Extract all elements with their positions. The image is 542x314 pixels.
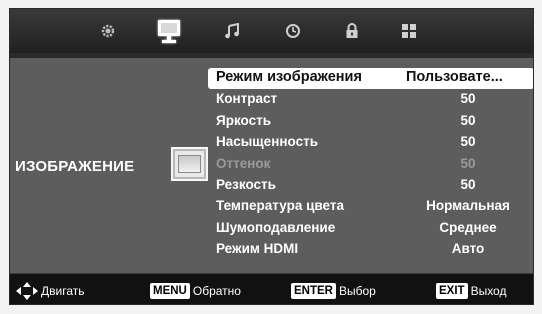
- setting-label: Резкость: [216, 176, 276, 192]
- tab-lock[interactable]: [332, 9, 372, 53]
- settings-list: Режим изображения Пользовате... Контраст…: [208, 68, 533, 261]
- exit-key: EXIT: [436, 282, 468, 299]
- setting-label: Температура цвета: [216, 198, 344, 214]
- setting-picture-mode[interactable]: Режим изображения Пользовате...: [208, 68, 533, 90]
- setting-value: Среднее: [439, 219, 497, 235]
- hint-bar: Двигать MENU Обратно ENTER Выбор EXIT Вы…: [10, 273, 533, 304]
- setting-label: Яркость: [216, 112, 272, 128]
- category-label: ИЗОБРАЖЕНИЕ: [15, 158, 135, 175]
- tab-picture[interactable]: [149, 9, 189, 53]
- tab-time[interactable]: [273, 9, 313, 53]
- top-tab-bar: [10, 9, 533, 53]
- setting-value: 50: [460, 134, 476, 150]
- setting-label: Шумоподавление: [216, 219, 336, 235]
- tv-osd-menu: ИЗОБРАЖЕНИЕ Режим изображения Пользовате…: [9, 8, 534, 305]
- hint-menu: MENU Обратно: [150, 274, 241, 304]
- hint-move: Двигать: [16, 274, 85, 304]
- picture-icon: [171, 147, 208, 181]
- lock-icon: [346, 23, 358, 38]
- music-note-icon: [225, 23, 239, 39]
- setting-label: Режим изображения: [216, 69, 362, 85]
- hint-menu-label: Обратно: [192, 283, 241, 298]
- menu-content: ИЗОБРАЖЕНИЕ Режим изображения Пользовате…: [10, 58, 533, 273]
- hint-enter-label: Выбор: [338, 283, 376, 298]
- enter-key: ENTER: [291, 282, 336, 299]
- tab-sound[interactable]: [212, 9, 252, 53]
- setting-noise-reduction[interactable]: Шумоподавление Среднее: [208, 218, 533, 239]
- hint-exit: EXIT Выход: [436, 274, 507, 304]
- setting-value: Авто: [451, 241, 485, 257]
- grid-icon: [402, 24, 416, 38]
- clock-icon: [286, 24, 300, 38]
- setting-sharpness[interactable]: Резкость 50: [208, 175, 533, 196]
- setting-value: Пользовате...: [406, 69, 503, 85]
- setting-label: Насыщенность: [216, 134, 318, 150]
- setting-value: 50: [460, 112, 476, 128]
- setting-contrast[interactable]: Контраст 50: [208, 89, 533, 110]
- setting-value: 50: [460, 155, 476, 171]
- hint-move-label: Двигать: [41, 283, 85, 298]
- setting-value: 50: [460, 91, 476, 107]
- monitor-icon: [158, 20, 180, 43]
- setting-label: Оттенок: [216, 155, 271, 171]
- hint-exit-label: Выход: [470, 283, 507, 298]
- setting-value: Нормальная: [426, 198, 510, 214]
- tab-settings[interactable]: [88, 9, 128, 53]
- arrows-icon: [16, 281, 38, 300]
- gear-icon: [101, 24, 115, 38]
- setting-hue: Оттенок 50: [208, 154, 533, 175]
- setting-label: Контраст: [216, 91, 278, 107]
- setting-value: 50: [460, 176, 476, 192]
- setting-saturation[interactable]: Насыщенность 50: [208, 132, 533, 153]
- tab-options[interactable]: [389, 9, 429, 53]
- setting-color-temperature[interactable]: Температура цвета Нормальная: [208, 196, 533, 217]
- hint-enter: ENTER Выбор: [291, 274, 376, 304]
- menu-key: MENU: [150, 282, 190, 299]
- setting-brightness[interactable]: Яркость 50: [208, 111, 533, 132]
- setting-label: Режим HDMI: [216, 241, 299, 257]
- setting-hdmi-mode[interactable]: Режим HDMI Авто: [208, 239, 533, 260]
